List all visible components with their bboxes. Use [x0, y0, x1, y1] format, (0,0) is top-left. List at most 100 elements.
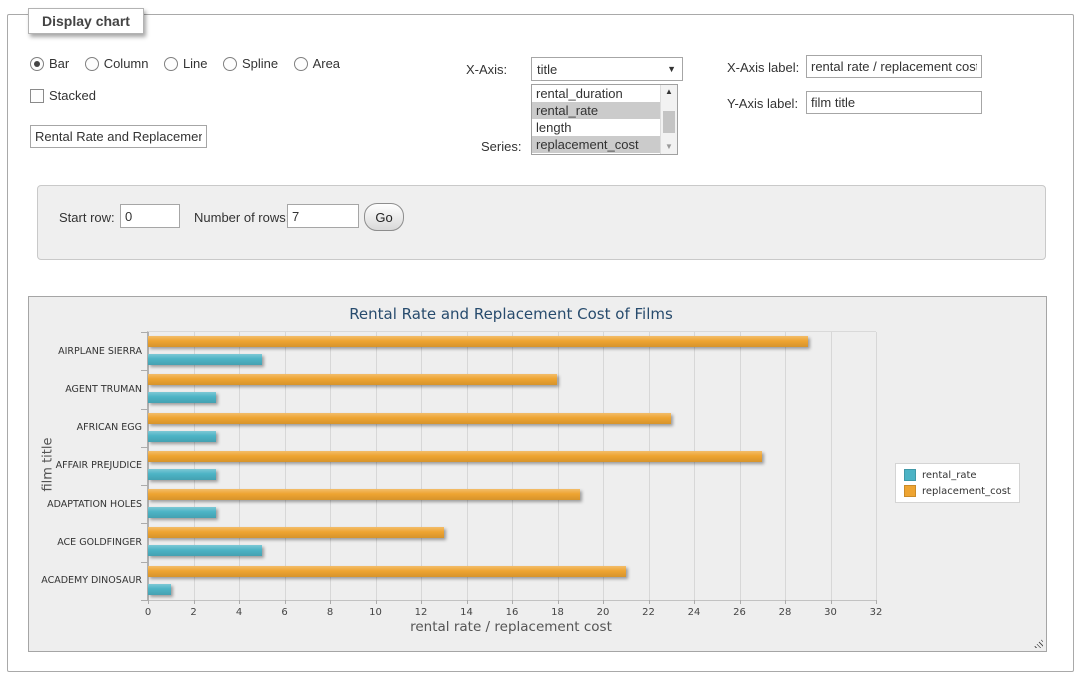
- chart-category-row: ACE GOLDFINGER: [148, 523, 876, 561]
- chart-bar-rental_rate: [148, 545, 262, 556]
- category-label: AIRPLANE SIERRA: [32, 332, 142, 370]
- x-tick-label: 10: [369, 607, 382, 618]
- num-rows-label: Number of rows:: [194, 210, 289, 225]
- radio-area-icon[interactable]: [294, 57, 308, 71]
- resize-handle-icon[interactable]: [1033, 638, 1043, 648]
- start-row-label: Start row:: [59, 210, 115, 225]
- radio-column[interactable]: Column: [85, 56, 149, 71]
- axis-tick: [876, 600, 877, 604]
- listbox-scrollbar[interactable]: ▲ ▼: [660, 85, 677, 154]
- x-tick-label: 0: [145, 607, 151, 618]
- num-rows-input[interactable]: [287, 204, 359, 228]
- chart-category-row: ADAPTATION HOLES: [148, 485, 876, 523]
- axis-tick: [785, 600, 786, 604]
- chart-category-row: AIRPLANE SIERRA: [148, 332, 876, 370]
- category-axis-tick: [141, 600, 148, 601]
- category-axis-tick: [141, 523, 148, 524]
- axis-tick: [194, 600, 195, 604]
- radio-area-label: Area: [313, 56, 340, 71]
- start-row-input[interactable]: [120, 204, 180, 228]
- series-listbox[interactable]: rental_duration rental_rate length repla…: [531, 84, 678, 155]
- x-tick-label: 24: [688, 607, 701, 618]
- series-option-rental-rate[interactable]: rental_rate: [532, 102, 660, 119]
- chart-category-row: ACADEMY DINOSAUR: [148, 562, 876, 600]
- scrollbar-up-arrow-icon[interactable]: ▲: [661, 85, 677, 99]
- axis-tick: [330, 600, 331, 604]
- chart-type-radio-group: Bar Column Line Spline Area: [30, 56, 351, 76]
- chart-bar-replacement_cost: [148, 451, 762, 462]
- radio-spline[interactable]: Spline: [223, 56, 278, 71]
- chart-bar-rental_rate: [148, 507, 216, 518]
- axis-tick: [603, 600, 604, 604]
- chart-category-row: AGENT TRUMAN: [148, 370, 876, 408]
- series-label: Series:: [481, 139, 521, 154]
- app-root: Display chart Bar Column Line Spline Are…: [0, 0, 1081, 681]
- axis-tick: [421, 600, 422, 604]
- axis-tick: [376, 600, 377, 604]
- x-tick-label: 26: [733, 607, 746, 618]
- category-label: AGENT TRUMAN: [32, 370, 142, 408]
- series-option-length[interactable]: length: [532, 119, 660, 136]
- chart-plot-area: 02468101214161820222426283032AIRPLANE SI…: [147, 331, 876, 601]
- radio-spline-icon[interactable]: [223, 57, 237, 71]
- x-axis-label-input[interactable]: [806, 55, 982, 78]
- category-label: ACE GOLDFINGER: [32, 523, 142, 561]
- row-controls-box: Start row: Number of rows: Go: [37, 185, 1046, 260]
- x-tick-label: 14: [460, 607, 473, 618]
- chart-title-input[interactable]: [30, 125, 207, 148]
- chart-bar-replacement_cost: [148, 336, 808, 347]
- x-tick-label: 6: [281, 607, 287, 618]
- axis-tick: [740, 600, 741, 604]
- chart-panel: Rental Rate and Replacement Cost of Film…: [28, 296, 1047, 652]
- fieldset-legend: Display chart: [28, 8, 144, 34]
- axis-tick: [239, 600, 240, 604]
- y-axis-label-input[interactable]: [806, 91, 982, 114]
- scrollbar-thumb[interactable]: [663, 111, 675, 133]
- gridline: [876, 332, 877, 600]
- x-axis-select[interactable]: title ▼: [531, 57, 683, 81]
- chart-bar-replacement_cost: [148, 374, 557, 385]
- chart-bar-rental_rate: [148, 469, 216, 480]
- x-tick-label: 8: [327, 607, 333, 618]
- axis-tick: [285, 600, 286, 604]
- stacked-checkbox[interactable]: [30, 89, 44, 103]
- y-axis-title: film title: [41, 420, 56, 510]
- go-button[interactable]: Go: [364, 203, 404, 231]
- series-option-rental-duration[interactable]: rental_duration: [532, 85, 660, 102]
- legend-item-rental_rate[interactable]: rental_rate: [904, 469, 1011, 481]
- chart-bar-replacement_cost: [148, 413, 671, 424]
- radio-bar-icon[interactable]: [30, 57, 44, 71]
- chart-bar-rental_rate: [148, 584, 171, 595]
- radio-line[interactable]: Line: [164, 56, 208, 71]
- x-tick-label: 28: [779, 607, 792, 618]
- x-tick-label: 20: [597, 607, 610, 618]
- category-axis-tick: [141, 562, 148, 563]
- category-axis-tick: [141, 447, 148, 448]
- scrollbar-down-arrow-icon[interactable]: ▼: [661, 140, 677, 154]
- chart-bar-replacement_cost: [148, 566, 626, 577]
- stacked-option[interactable]: Stacked: [30, 88, 107, 108]
- radio-line-icon[interactable]: [164, 57, 178, 71]
- x-tick-label: 16: [506, 607, 519, 618]
- radio-bar[interactable]: Bar: [30, 56, 69, 71]
- chart-bar-rental_rate: [148, 392, 216, 403]
- category-axis-tick: [141, 370, 148, 371]
- x-tick-label: 2: [190, 607, 196, 618]
- category-axis-tick: [141, 485, 148, 486]
- x-tick-label: 30: [824, 607, 837, 618]
- series-option-replacement-cost[interactable]: replacement_cost: [532, 136, 660, 153]
- radio-spline-label: Spline: [242, 56, 278, 71]
- y-axis-label-caption: Y-Axis label:: [727, 96, 798, 111]
- x-axis-selected-value: title: [537, 62, 557, 77]
- legend-item-replacement_cost[interactable]: replacement_cost: [904, 485, 1011, 497]
- stacked-label: Stacked: [49, 88, 96, 103]
- axis-tick: [831, 600, 832, 604]
- chart-category-row: AFRICAN EGG: [148, 409, 876, 447]
- radio-column-icon[interactable]: [85, 57, 99, 71]
- legend-label: replacement_cost: [922, 486, 1011, 497]
- radio-area[interactable]: Area: [294, 56, 340, 71]
- x-tick-label: 32: [870, 607, 883, 618]
- chart-category-row: AFFAIR PREJUDICE: [148, 447, 876, 485]
- legend-swatch: [904, 469, 916, 481]
- category-axis-tick: [141, 409, 148, 410]
